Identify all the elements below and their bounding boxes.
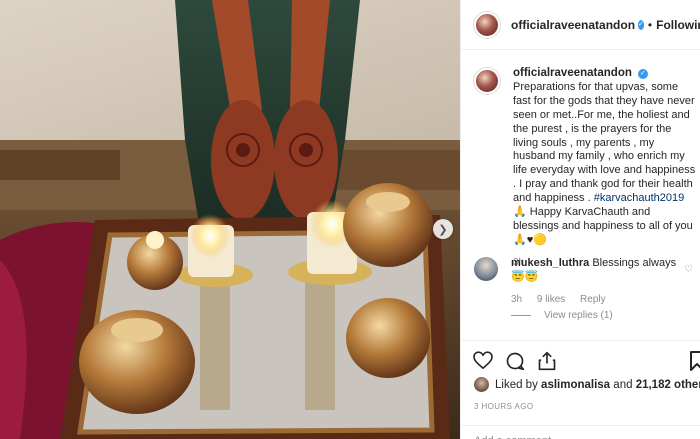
- comment-timestamp[interactable]: 3h: [511, 294, 522, 305]
- comment-likes-count[interactable]: 9 likes: [537, 294, 565, 305]
- header-separator: •: [647, 17, 653, 32]
- comment-body: mukesh_luthra Blessings always 😇😇 3h 9 l…: [511, 256, 681, 307]
- liked-by-prefix: Liked by: [495, 378, 538, 391]
- liked-by-and: and: [613, 378, 633, 391]
- add-comment-input[interactable]: Add a comment...: [461, 425, 700, 439]
- karva-chauth-photo-illustration: [0, 0, 460, 439]
- commenter-avatar[interactable]: [474, 257, 498, 281]
- post-side-panel: officialraveenatandon ✓ • Following offi…: [460, 0, 700, 439]
- share-icon[interactable]: [537, 351, 557, 371]
- likes-summary: Liked by aslimonalisa and 21,182 others: [474, 377, 700, 392]
- caption-text-end: 🙏 Happy KarvaChauth and blessings and ha…: [513, 206, 693, 246]
- comment-item: mukesh_luthra Blessings always 😇😇 3h 9 l…: [474, 256, 699, 307]
- next-photo-chevron-icon[interactable]: ❯: [433, 219, 453, 239]
- view-replies-label[interactable]: View replies (1): [544, 310, 613, 321]
- caption-text: Preparations for that upvas, some fast f…: [513, 80, 696, 205]
- comment-meta: 3h 9 likes Reply: [511, 293, 681, 307]
- author-username[interactable]: officialraveenatandon: [511, 18, 635, 32]
- caption-hashtag-link[interactable]: #karvachauth2019: [594, 192, 685, 204]
- liker-avatar[interactable]: [474, 377, 489, 392]
- view-replies-button[interactable]: View replies (1): [511, 310, 613, 321]
- comment-like-heart-icon[interactable]: ♡: [684, 264, 693, 275]
- post-header: officialraveenatandon ✓ • Following: [461, 0, 700, 50]
- comments-section[interactable]: officialraveenatandon ✓ Preparations for…: [461, 51, 700, 341]
- liked-by-user-link[interactable]: aslimonalisa: [541, 379, 610, 391]
- post-timestamp[interactable]: 3 HOURS AGO: [474, 402, 534, 411]
- commenter-username[interactable]: mukesh_luthra: [511, 257, 589, 269]
- post-photo[interactable]: ❯: [0, 0, 460, 439]
- save-bookmark-icon[interactable]: [690, 351, 700, 371]
- action-icons-row: [473, 351, 557, 371]
- following-button[interactable]: Following: [656, 18, 700, 32]
- caption-author-avatar[interactable]: [474, 68, 500, 94]
- post-caption: officialraveenatandon ✓ Preparations for…: [474, 67, 699, 270]
- author-avatar[interactable]: [474, 11, 500, 38]
- liked-by-others-link[interactable]: 21,182 others: [636, 379, 700, 391]
- like-heart-icon[interactable]: [473, 351, 493, 369]
- caption-username[interactable]: officialraveenatandon: [513, 67, 632, 79]
- caption-body: officialraveenatandon ✓ Preparations for…: [513, 67, 698, 270]
- replies-divider-line: [511, 315, 531, 316]
- comment-bubble-icon[interactable]: [505, 351, 525, 371]
- verified-badge-icon: ✓: [638, 19, 644, 30]
- caption-verified-badge-icon: ✓: [637, 69, 648, 79]
- post-actions: Liked by aslimonalisa and 21,182 others …: [461, 340, 700, 439]
- comment-reply-button[interactable]: Reply: [580, 294, 606, 305]
